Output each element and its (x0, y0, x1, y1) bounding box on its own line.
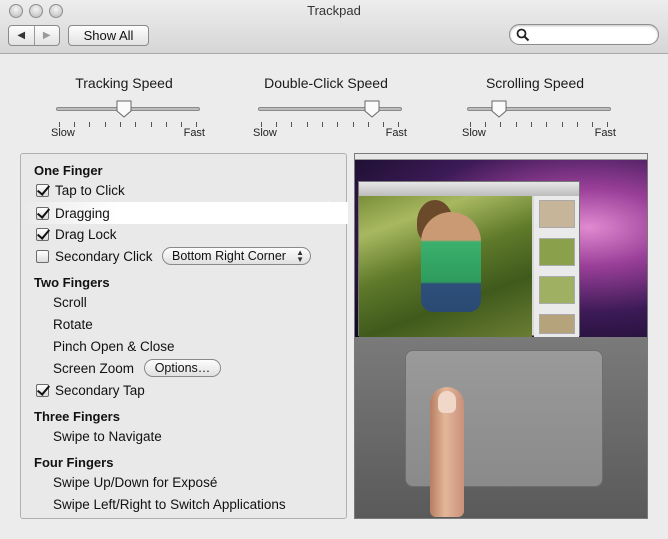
dragging-row[interactable]: Dragging (21, 202, 348, 224)
double-click-speed-ticks (261, 122, 399, 128)
preview-app-window (358, 181, 580, 337)
drag-lock-checkbox[interactable] (36, 227, 49, 241)
preview-thumbnail-strip (534, 196, 579, 337)
gesture-preview-video (354, 153, 648, 519)
scrolling-speed-max-label: Fast (594, 127, 616, 139)
double-click-speed-label: Double-Click Speed (264, 75, 388, 91)
preview-screen (355, 154, 647, 337)
tracking-speed-label: Tracking Speed (75, 75, 173, 91)
double-click-speed-slider-group: Double-Click Speed Slow Fast (241, 75, 411, 145)
show-all-button[interactable]: Show All (68, 25, 149, 46)
double-click-speed-thumb[interactable] (363, 100, 381, 118)
screen-zoom-options-button[interactable]: Options… (144, 359, 221, 377)
updown-caret-icon: ▲ ▼ (296, 248, 304, 264)
scrolling-speed-track[interactable] (467, 107, 611, 111)
tracking-speed-slider-group: Tracking Speed Slow Fast (39, 75, 209, 145)
scrolling-speed-thumb[interactable] (490, 100, 508, 118)
dragging-checkbox[interactable] (36, 206, 49, 220)
search-input[interactable] (509, 24, 659, 45)
section-three-fingers: Three Fingers (34, 408, 120, 424)
search-icon (516, 28, 530, 42)
tracking-speed-max-label: Fast (183, 127, 205, 139)
swipe-navigate-item[interactable]: Swipe to Navigate (21, 426, 348, 446)
back-button[interactable]: ◀ (9, 26, 34, 45)
trackpad-window: Trackpad ◀ ▶ Show All Tracking Speed Slo… (0, 0, 668, 539)
drag-lock-label: Drag Lock (55, 226, 117, 242)
secondary-click-corner-popup[interactable]: Bottom Right Corner ▲ ▼ (162, 247, 311, 265)
scrolling-speed-label: Scrolling Speed (485, 75, 585, 91)
section-one-finger: One Finger (34, 162, 103, 178)
window-title: Trackpad (307, 3, 361, 18)
selection-pointer-arrow (328, 201, 341, 223)
scroll-item[interactable]: Scroll (21, 292, 348, 312)
secondary-click-label: Secondary Click (55, 248, 153, 264)
tap-to-click-label: Tap to Click (55, 182, 125, 198)
scrolling-speed-slider-group: Scrolling Speed Slow Fast (450, 75, 620, 145)
section-four-fingers: Four Fingers (34, 454, 114, 470)
forward-button[interactable]: ▶ (33, 26, 60, 45)
secondary-tap-label: Secondary Tap (55, 382, 145, 398)
tracking-speed-min-label: Slow (51, 127, 75, 139)
gesture-list-panel: One Finger Tap to Click Dragging Drag Lo… (20, 153, 348, 519)
swipe-switch-item[interactable]: Swipe Left/Right to Switch Applications (21, 494, 348, 514)
toolbar: Trackpad ◀ ▶ Show All (0, 0, 668, 54)
secondary-click-corner-value: Bottom Right Corner (172, 249, 286, 263)
double-click-speed-max-label: Fast (385, 127, 407, 139)
scrolling-speed-ticks (470, 122, 608, 128)
secondary-tap-row[interactable]: Secondary Tap (21, 380, 348, 400)
drag-lock-row[interactable]: Drag Lock (21, 224, 348, 244)
section-two-fingers: Two Fingers (34, 274, 110, 290)
secondary-click-checkbox[interactable] (36, 249, 49, 263)
preview-photo (359, 196, 532, 337)
tap-to-click-row[interactable]: Tap to Click (21, 180, 348, 200)
double-click-speed-min-label: Slow (253, 127, 277, 139)
preview-trackpad-area (355, 337, 647, 518)
tracking-speed-ticks (59, 122, 197, 128)
dragging-label: Dragging (55, 205, 110, 221)
swipe-expose-item[interactable]: Swipe Up/Down for Exposé (21, 472, 348, 492)
tap-to-click-checkbox[interactable] (36, 183, 49, 197)
rotate-item[interactable]: Rotate (21, 314, 348, 334)
scrolling-speed-min-label: Slow (462, 127, 486, 139)
secondary-tap-checkbox[interactable] (36, 383, 49, 397)
preview-menubar (355, 154, 647, 160)
pinch-item[interactable]: Pinch Open & Close (21, 336, 348, 356)
preview-app-toolbar (359, 182, 579, 196)
tracking-speed-thumb[interactable] (115, 100, 133, 118)
finger-image (430, 387, 464, 517)
back-forward-control: ◀ ▶ (8, 25, 60, 46)
